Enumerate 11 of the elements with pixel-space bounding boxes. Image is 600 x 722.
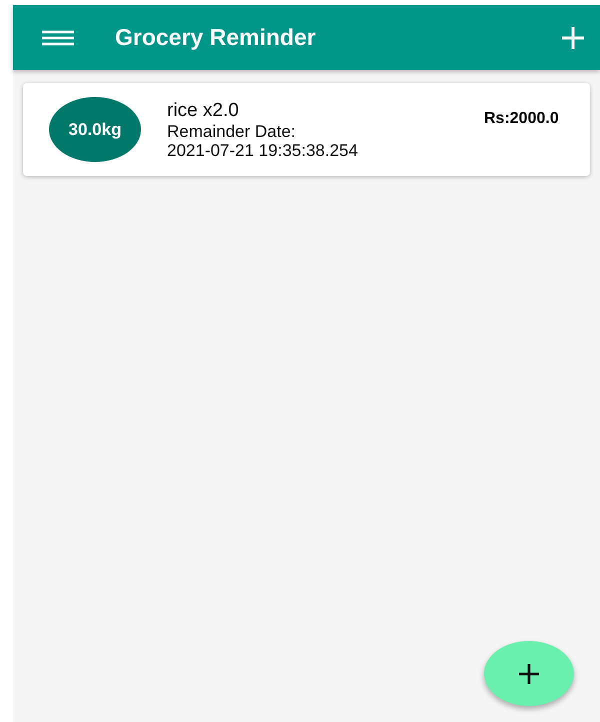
item-price: Rs:2000.0: [484, 110, 560, 127]
menu-icon: [42, 30, 74, 46]
item-name: rice x2.0: [167, 100, 240, 122]
add-button[interactable]: [561, 26, 585, 50]
app-title: Grocery Reminder: [115, 24, 317, 51]
plus-icon: [561, 26, 585, 50]
plus-icon: [518, 662, 540, 684]
date-label: Remainder Date:: [167, 122, 297, 140]
menu-button[interactable]: [42, 30, 74, 46]
reminder-date: 2021-07-21 19:35:38.254: [167, 140, 359, 160]
quantity-badge: 30.0kg: [49, 97, 141, 162]
